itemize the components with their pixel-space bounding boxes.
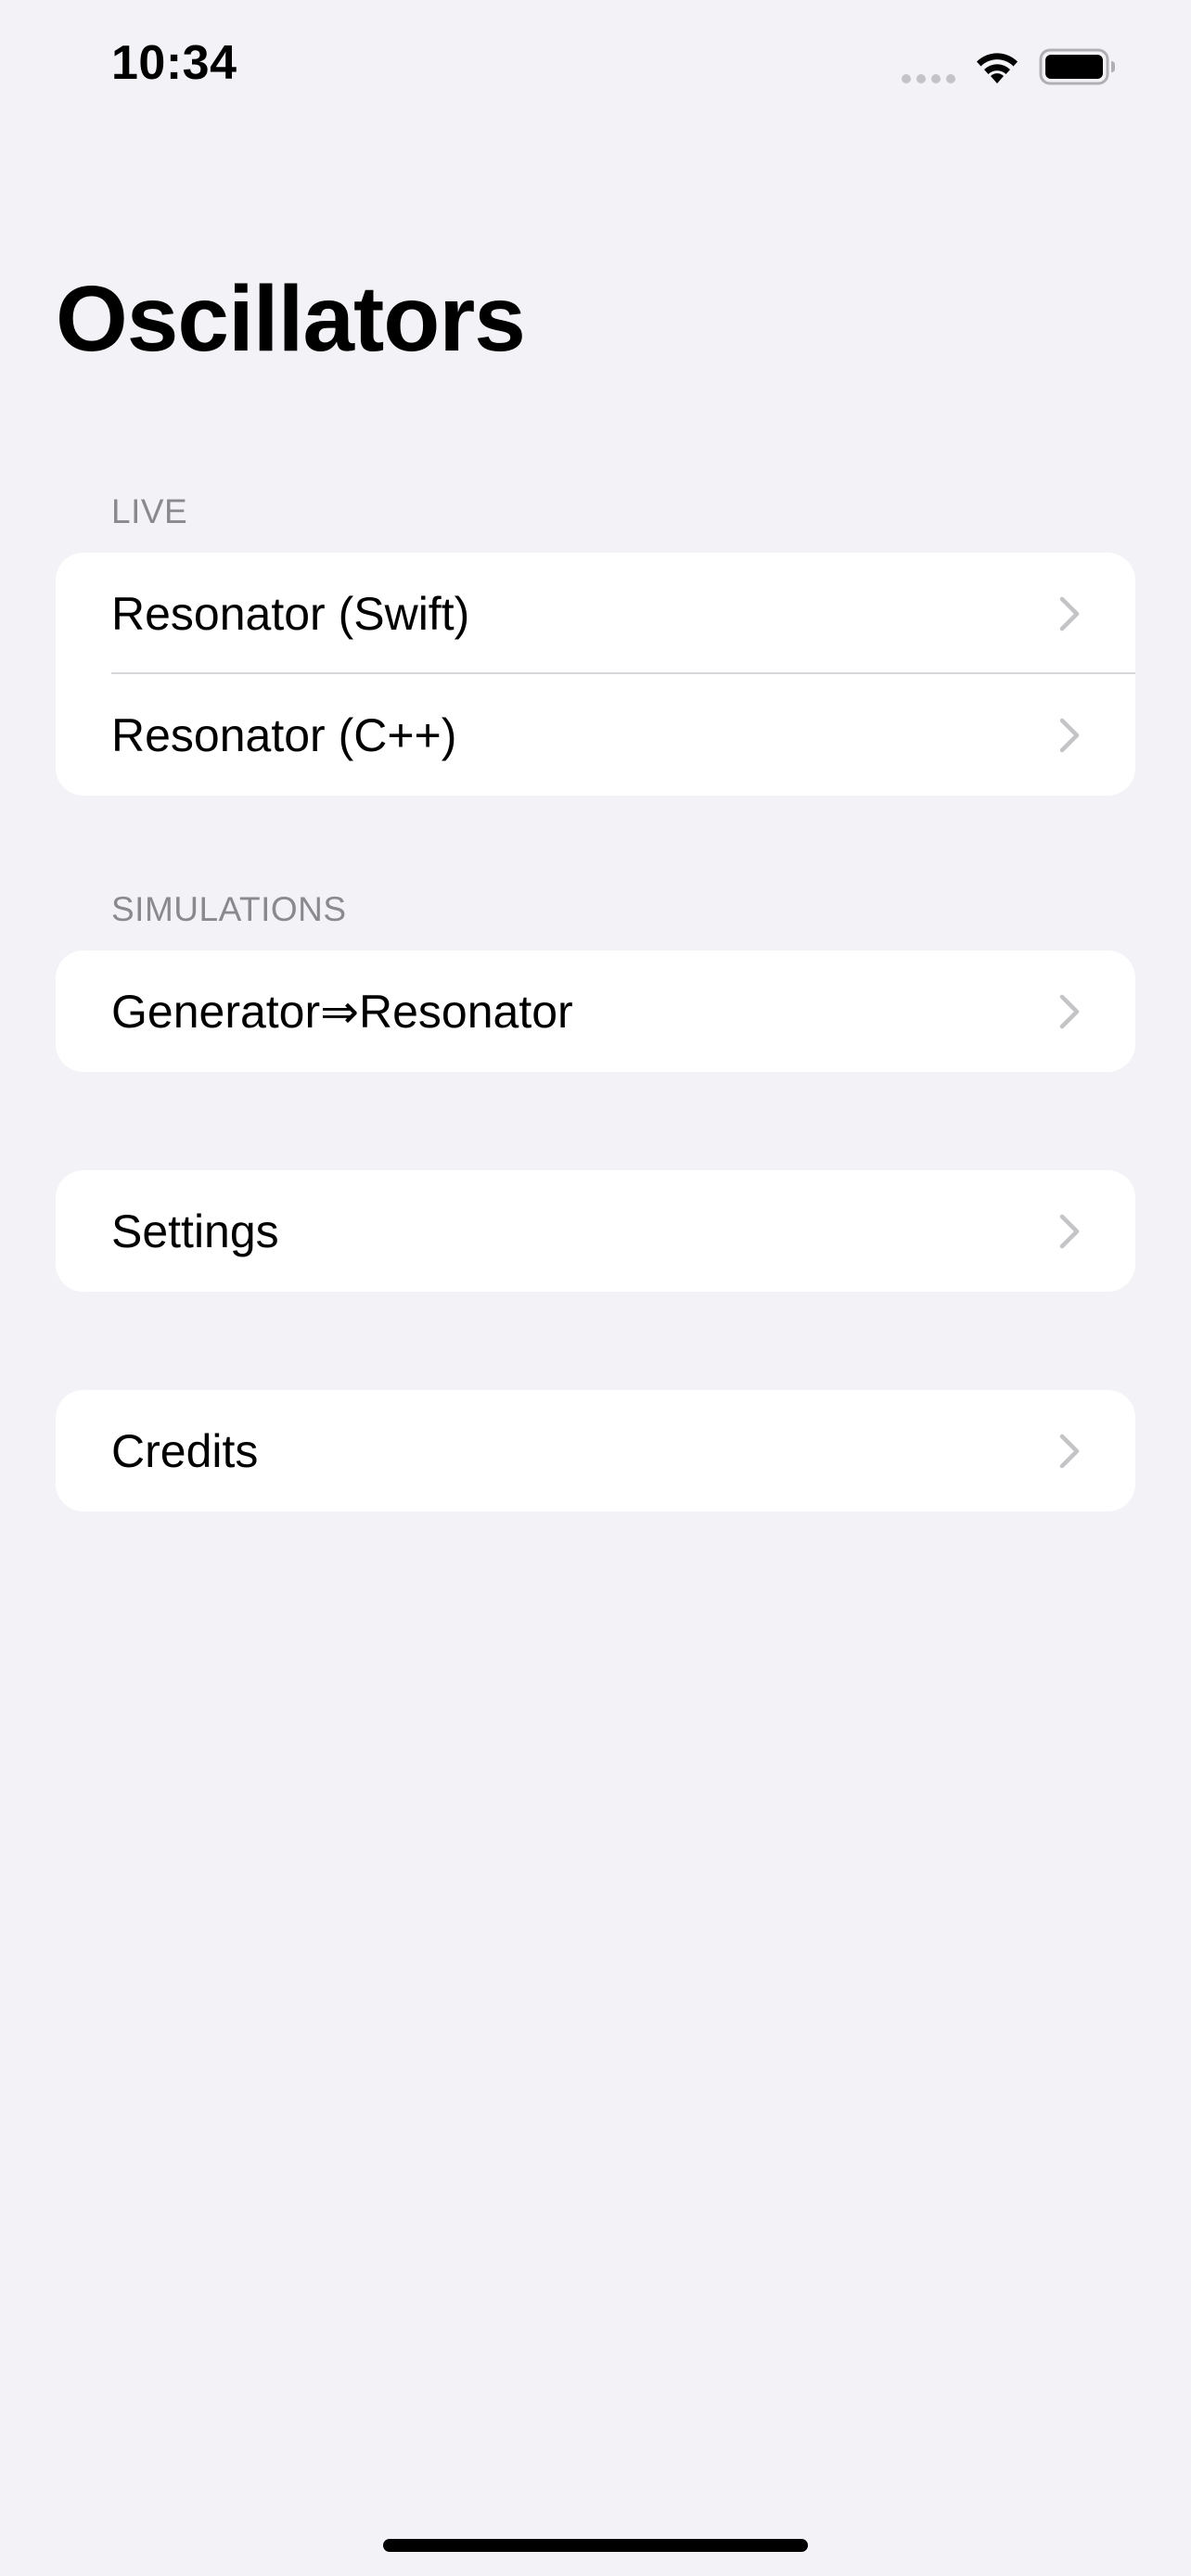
row-resonator-swift[interactable]: Resonator (Swift) xyxy=(56,553,1135,674)
row-generator-resonator[interactable]: Generator⇒Resonator xyxy=(56,950,1135,1072)
section-header-live: LIVE xyxy=(111,492,188,530)
row-label: Generator⇒Resonator xyxy=(111,985,573,1038)
row-label: Credits xyxy=(111,1424,259,1477)
row-label: Settings xyxy=(111,1205,279,1257)
chevron-right-icon xyxy=(1059,718,1080,752)
home-indicator[interactable] xyxy=(383,2539,808,2552)
page-title: Oscillators xyxy=(56,267,526,371)
row-label: Resonator (C++) xyxy=(111,708,457,761)
live-group: Resonator (Swift) Resonator (C++) xyxy=(56,553,1135,796)
status-bar: 10:34 xyxy=(0,0,1191,139)
wifi-icon xyxy=(977,53,1018,83)
row-settings[interactable]: Settings xyxy=(56,1170,1135,1292)
row-label: Resonator (Swift) xyxy=(111,587,470,640)
cellular-dots-icon xyxy=(902,74,957,83)
row-resonator-cpp[interactable]: Resonator (C++) xyxy=(56,674,1135,796)
credits-group: Credits xyxy=(56,1390,1135,1511)
chevron-right-icon xyxy=(1059,1434,1080,1468)
settings-group: Settings xyxy=(56,1170,1135,1292)
battery-icon xyxy=(1039,48,1115,85)
row-credits[interactable]: Credits xyxy=(56,1390,1135,1511)
chevron-right-icon xyxy=(1059,994,1080,1028)
chevron-right-icon xyxy=(1059,596,1080,631)
status-time: 10:34 xyxy=(111,36,237,90)
section-header-simulations: SIMULATIONS xyxy=(111,890,347,928)
simulations-group: Generator⇒Resonator xyxy=(56,950,1135,1072)
chevron-right-icon xyxy=(1059,1214,1080,1248)
